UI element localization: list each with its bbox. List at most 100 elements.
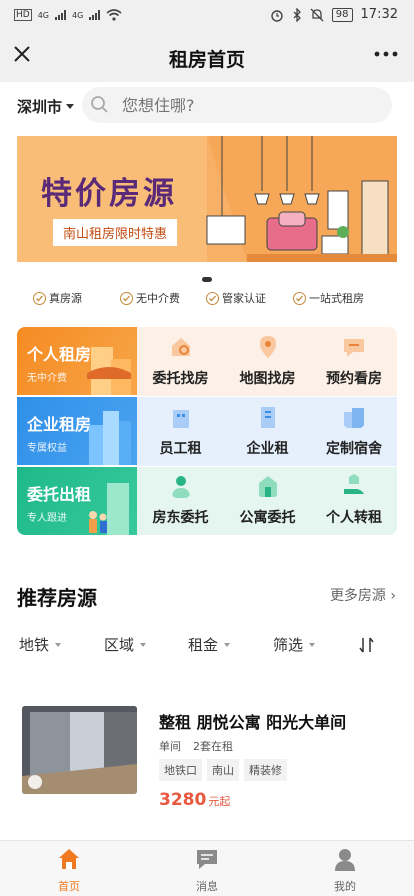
city-selector[interactable]: 深圳市: [17, 96, 75, 117]
room-photo-image: [22, 706, 137, 794]
service-label: 企业租: [246, 441, 289, 457]
dorm-icon: [344, 408, 364, 428]
filter-label: 筛选: [273, 636, 304, 654]
signal-icon-2: [89, 10, 101, 20]
entrust-find-button[interactable]: 委托找房: [137, 327, 224, 396]
service-label: 定制宿舍: [326, 441, 382, 457]
tag: 南山: [207, 759, 239, 781]
office-building-icon: [89, 411, 131, 465]
book-viewing-button[interactable]: 预约看房: [311, 327, 397, 396]
search-input[interactable]: [122, 91, 362, 119]
service-grid: 个人租房 无中介费 委托找房 地图找房 预约看房 企业租房 专属权益 员工租 企…: [17, 327, 397, 535]
personal-rent-card[interactable]: 个人租房 无中介费: [17, 327, 137, 395]
landlord-entrust-button[interactable]: 房东委托: [137, 467, 224, 535]
search-row: 深圳市: [0, 82, 414, 128]
service-label: 地图找房: [239, 371, 296, 387]
listing-price: 3280 元起: [159, 790, 230, 810]
battery-icon: 98: [331, 7, 353, 22]
check-icon: [33, 291, 46, 305]
apartment-icon: [258, 476, 277, 497]
promo-banner[interactable]: 特价房源 南山租房限时特惠: [17, 136, 397, 262]
check-icon: [293, 291, 306, 305]
chevron-right-icon: ›: [390, 588, 396, 604]
feature-label: 真房源: [49, 292, 82, 305]
tab-label: 我的: [334, 880, 356, 893]
tab-messages[interactable]: 消息: [167, 847, 247, 894]
chevron-down-icon: [224, 642, 231, 647]
city-label: 深圳市: [17, 98, 63, 116]
search-bar[interactable]: [82, 87, 392, 123]
filter-label: 区域: [104, 636, 135, 654]
service-label: 公寓委托: [239, 510, 296, 526]
search-icon: [91, 96, 108, 113]
price-value: 3280: [159, 790, 207, 810]
chevron-down-icon: [55, 642, 62, 647]
feature-item: 一站式租房: [293, 290, 364, 306]
people-building-icon: [89, 483, 129, 535]
entrust-lease-card[interactable]: 委托出租 专人跟进: [17, 467, 137, 535]
filter-rent[interactable]: 租金: [188, 634, 231, 655]
listing-meta: 单间 2套在租: [159, 738, 233, 754]
more-listings-link[interactable]: 更多房源 ›: [330, 585, 396, 605]
filter-bar: 地铁 区域 租金 筛选: [0, 634, 414, 658]
nav-bar: 租房首页: [0, 32, 414, 82]
wifi-icon: [106, 9, 122, 21]
more-label: 更多房源: [329, 588, 386, 604]
chevron-down-icon: [66, 104, 75, 109]
tab-home[interactable]: 首页: [29, 847, 109, 894]
person-icon: [171, 476, 190, 498]
listing-photo: [22, 706, 137, 794]
section-title: 推荐房源: [17, 586, 97, 610]
carousel-indicator[interactable]: [202, 277, 212, 282]
mute-icon: [310, 8, 324, 21]
page-title: 租房首页: [168, 49, 245, 71]
filter-more[interactable]: 筛选: [273, 634, 316, 655]
service-label: 房东委托: [152, 510, 209, 526]
tag: 地铁口: [159, 759, 202, 781]
apartment-entrust-button[interactable]: 公寓委托: [224, 467, 311, 535]
home-search-icon: [171, 338, 190, 356]
filter-area[interactable]: 区域: [104, 634, 147, 655]
tab-profile[interactable]: 我的: [305, 847, 385, 894]
hand-home-icon: [344, 474, 364, 494]
custom-dorm-button[interactable]: 定制宿舍: [311, 397, 397, 466]
service-label: 委托找房: [152, 371, 209, 387]
office-icon: [260, 407, 275, 428]
clock: 17:32: [360, 7, 398, 22]
feature-item: 真房源: [33, 290, 82, 306]
room-type: 单间: [159, 740, 181, 753]
sort-icon[interactable]: [358, 636, 376, 654]
feature-label: 一站式租房: [309, 292, 364, 305]
service-label: 员工租: [159, 441, 202, 457]
filter-subway[interactable]: 地铁: [19, 634, 62, 655]
service-label: 预约看房: [326, 371, 382, 387]
filter-label: 地铁: [19, 636, 50, 654]
tab-label: 首页: [58, 880, 80, 893]
user-icon: [335, 849, 355, 871]
price-unit: 元起: [208, 795, 231, 808]
hd-label: HD: [14, 9, 32, 21]
check-icon: [120, 291, 133, 305]
tab-bar: 首页 消息 我的: [0, 840, 414, 896]
sublet-button[interactable]: 个人转租: [311, 467, 397, 535]
bluetooth-icon: [293, 7, 301, 22]
alarm-icon: [271, 9, 283, 22]
available-count: 2套在租: [193, 740, 233, 753]
enterprise-rent-card[interactable]: 企业租房 专属权益: [17, 397, 137, 465]
staff-rent-button[interactable]: 员工租: [137, 397, 224, 466]
feature-label: 管家认证: [222, 292, 266, 305]
feature-row: 真房源 无中介费 管家认证 一站式租房: [0, 290, 414, 308]
map-pin-icon: [259, 336, 276, 358]
signal-label-2: 4G: [72, 10, 84, 20]
check-icon: [206, 291, 219, 305]
more-icon[interactable]: [372, 44, 400, 64]
chevron-down-icon: [140, 642, 147, 647]
tag: 精装修: [244, 759, 287, 781]
banner-title: 特价房源: [41, 176, 177, 212]
building-small-icon: [172, 410, 189, 428]
signal-label-1: 4G: [37, 10, 49, 20]
map-find-button[interactable]: 地图找房: [224, 327, 311, 396]
company-rent-button[interactable]: 企业租: [224, 397, 311, 466]
chevron-down-icon: [309, 642, 316, 647]
listing-card[interactable]: 整租 朋悦公寓 阳光大单间 单间 2套在租 地铁口 南山 精装修 3280 元起: [22, 706, 397, 810]
